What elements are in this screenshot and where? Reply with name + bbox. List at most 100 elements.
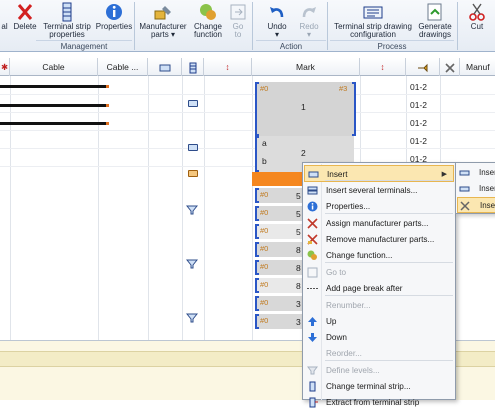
row-bracket bbox=[255, 260, 259, 275]
change-function-icon bbox=[307, 250, 317, 260]
cable-wire bbox=[0, 104, 106, 107]
group1-hash-left: #0 bbox=[260, 84, 269, 93]
undo-button[interactable]: Undo ▾ bbox=[262, 0, 292, 40]
insert-terminal-icon bbox=[459, 170, 470, 176]
menu-item-label: Remove manufacturer parts... bbox=[326, 235, 435, 244]
menu-item-go-to[interactable]: Go to bbox=[304, 264, 454, 281]
menu-item-assign-manufacturer-parts[interactable]: Assign manufacturer parts... bbox=[304, 215, 454, 232]
terminal-strip-properties-button[interactable]: Terminal strip properties bbox=[40, 0, 94, 40]
menu-item-define-levels[interactable]: Define levels... bbox=[304, 362, 454, 379]
row-bracket bbox=[255, 314, 259, 329]
column-divider bbox=[10, 76, 11, 340]
connection-icon bbox=[159, 64, 170, 72]
menu-item-label: Assign manufacturer parts... bbox=[326, 219, 429, 228]
column-divider bbox=[148, 76, 149, 340]
row-bracket bbox=[255, 188, 259, 203]
tools-icon bbox=[444, 63, 455, 73]
header-connector-icon[interactable] bbox=[406, 58, 440, 76]
properties-icon bbox=[307, 201, 318, 212]
menu-item-label: Insert several terminals... bbox=[326, 186, 418, 195]
header-cable-2[interactable]: Cable ... bbox=[98, 58, 148, 76]
delete-icon bbox=[17, 4, 33, 20]
redo-icon bbox=[302, 7, 316, 18]
row-hash: #0 bbox=[260, 298, 269, 307]
group2-b: b bbox=[262, 156, 267, 166]
insert-several-icon bbox=[307, 186, 318, 195]
menu-item-insert-several-terminals[interactable]: Insert several terminals... bbox=[304, 182, 454, 199]
menu-item-label: Extract from terminal strip bbox=[326, 398, 420, 407]
header-icon-cell[interactable]: ✱ bbox=[0, 58, 10, 76]
terminal-filter-icon[interactable] bbox=[186, 258, 198, 270]
menu-item-change-terminal-strip[interactable]: Change terminal strip... bbox=[304, 378, 454, 395]
row-hash: #0 bbox=[260, 244, 269, 253]
change-function-icon bbox=[200, 4, 216, 20]
row-number: 3 bbox=[296, 317, 301, 327]
row-divider bbox=[0, 148, 495, 149]
header-sort-icon-2[interactable]: ↕ bbox=[360, 58, 406, 76]
cable-end-marker bbox=[106, 85, 109, 88]
redo-button[interactable]: Redo ▾ bbox=[294, 0, 324, 40]
generate-drawings-icon bbox=[427, 3, 442, 21]
manufacturer-parts-button[interactable]: Manufacturer parts ▾ bbox=[136, 0, 190, 40]
header-mark[interactable]: Mark bbox=[252, 58, 360, 76]
menu-item-up[interactable]: Up bbox=[304, 313, 454, 330]
cut-button[interactable]: Cut bbox=[462, 0, 492, 40]
terminal-strip-drawing-configuration-button[interactable]: Terminal strip drawing configuration bbox=[330, 0, 416, 40]
generate-drawings-button[interactable]: Generate drawings bbox=[416, 0, 454, 40]
menu-item-down[interactable]: Down bbox=[304, 329, 454, 346]
drawing-configuration-icon bbox=[363, 6, 383, 19]
goto-icon bbox=[307, 267, 318, 278]
extract-icon bbox=[309, 397, 318, 408]
terminal-row-icon-orange[interactable] bbox=[188, 170, 198, 177]
row-hash: #0 bbox=[260, 190, 269, 199]
menu-item-label: Define levels... bbox=[326, 366, 380, 375]
terminal-strip-small-icon bbox=[189, 62, 196, 74]
group-bracket-right bbox=[352, 82, 356, 136]
menu-item-label: Renumber... bbox=[326, 301, 371, 310]
column-divider bbox=[252, 76, 253, 340]
terminal-filter-icon[interactable] bbox=[186, 312, 198, 324]
row-bracket bbox=[255, 206, 259, 221]
menu-item-remove-manufacturer-parts[interactable]: Remove manufacturer parts... bbox=[304, 231, 454, 248]
column-divider bbox=[98, 76, 99, 340]
row-number: 5 bbox=[296, 191, 301, 201]
col-value-row4: 01-2 bbox=[410, 136, 428, 146]
connector-icon bbox=[417, 63, 427, 72]
submenu-item-insert[interactable]: Inser bbox=[457, 197, 495, 213]
submenu-item-insert[interactable]: Inser bbox=[457, 181, 495, 197]
change-function-button[interactable]: Change function bbox=[190, 0, 226, 40]
partial-button[interactable]: al bbox=[0, 0, 9, 40]
row-bracket bbox=[255, 278, 259, 293]
properties-button[interactable]: Properties bbox=[95, 0, 133, 40]
row-hash: #0 bbox=[260, 208, 269, 217]
terminal-filter-icon[interactable] bbox=[186, 204, 198, 216]
menu-separator bbox=[325, 360, 453, 361]
submenu-item-insert[interactable]: Inser bbox=[457, 165, 495, 181]
cable-wire bbox=[0, 122, 106, 125]
group1-value: 1 bbox=[301, 102, 306, 112]
go-to-button[interactable]: Go to bbox=[227, 0, 249, 40]
menu-item-extract-from-terminal-strip[interactable]: Extract from terminal strip bbox=[304, 394, 454, 411]
action-group-label: Action bbox=[256, 40, 326, 51]
header-manufacturer[interactable]: Manuf bbox=[460, 58, 495, 76]
header-connection-icon[interactable] bbox=[148, 58, 182, 76]
header-cable[interactable]: Cable bbox=[10, 58, 98, 76]
header-parts-icon[interactable] bbox=[440, 58, 460, 76]
row-hash: #0 bbox=[260, 262, 269, 271]
menu-item-label: Go to bbox=[326, 268, 347, 277]
row-number: 3 bbox=[296, 299, 301, 309]
remove-parts-icon bbox=[307, 234, 318, 245]
group-separator bbox=[457, 2, 458, 50]
header-sort-icon[interactable]: ↕ bbox=[204, 58, 252, 76]
delete-button[interactable]: Delete bbox=[10, 0, 40, 40]
partial-icon bbox=[0, 2, 9, 22]
submenu-item-label: Inser bbox=[479, 184, 495, 193]
header-strip-icon[interactable] bbox=[182, 58, 204, 76]
terminal-row-icon[interactable] bbox=[188, 100, 198, 107]
tools-icon bbox=[460, 201, 470, 211]
down-arrow-icon bbox=[308, 333, 317, 342]
menu-item-renumber[interactable]: Renumber... bbox=[304, 297, 454, 314]
group-separator bbox=[327, 2, 328, 50]
assign-parts-icon bbox=[307, 218, 318, 229]
terminal-row-icon[interactable] bbox=[188, 144, 198, 151]
